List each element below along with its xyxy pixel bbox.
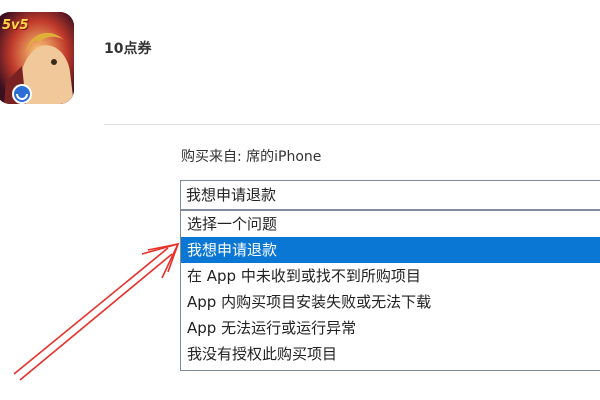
red-pointer-arrow-icon xyxy=(13,242,180,381)
